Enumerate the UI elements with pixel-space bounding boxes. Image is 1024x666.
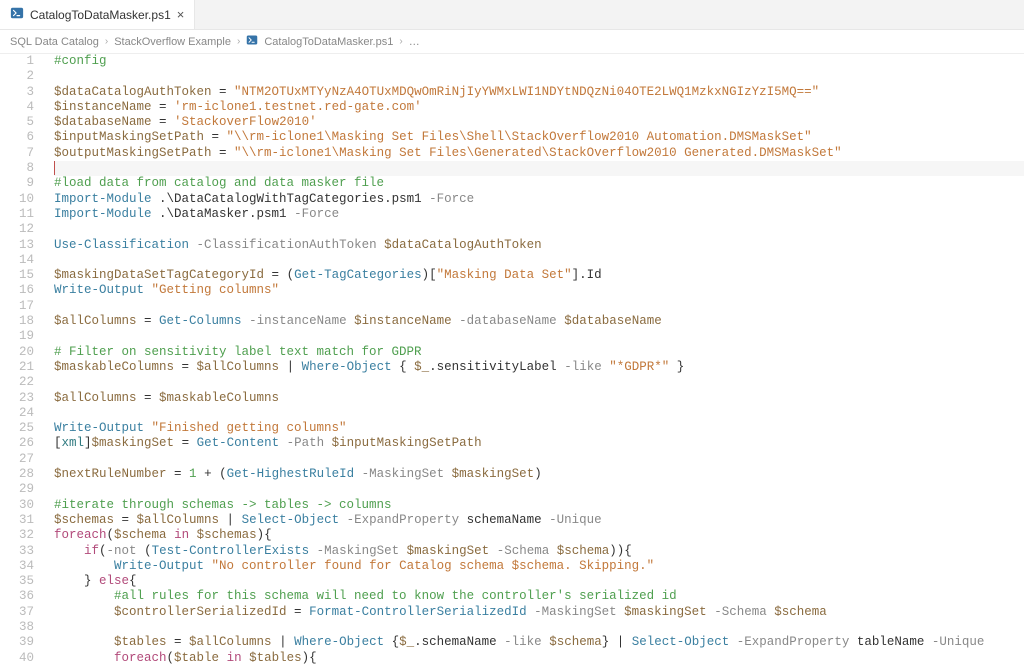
code-line[interactable]: #iterate through schemas -> tables -> co… xyxy=(54,498,1024,513)
code-line[interactable]: #load data from catalog and data masker … xyxy=(54,176,1024,191)
tab-active[interactable]: CatalogToDataMasker.ps1 × xyxy=(0,0,195,29)
code-line[interactable]: $tables = $allColumns | Where-Object {$_… xyxy=(54,635,1024,650)
code-line[interactable]: $instanceName = 'rm-iclone1.testnet.red-… xyxy=(54,100,1024,115)
code-line[interactable] xyxy=(54,253,1024,268)
breadcrumb-item[interactable]: SQL Data Catalog xyxy=(10,36,99,48)
code-area[interactable]: #config $dataCatalogAuthToken = "NTM2OTU… xyxy=(48,54,1024,666)
breadcrumb-item[interactable]: StackOverflow Example xyxy=(114,36,231,48)
code-line[interactable] xyxy=(54,620,1024,635)
code-line[interactable]: $maskableColumns = $allColumns | Where-O… xyxy=(54,360,1024,375)
code-line[interactable]: $databaseName = 'StackoverFlow2010' xyxy=(54,115,1024,130)
code-line[interactable]: [xml]$maskingSet = Get-Content -Path $in… xyxy=(54,436,1024,451)
code-line[interactable]: foreach($table in $tables){ xyxy=(54,651,1024,666)
code-line[interactable]: $controllerSerializedId = Format-Control… xyxy=(54,605,1024,620)
code-line[interactable]: $nextRuleNumber = 1 + (Get-HighestRuleId… xyxy=(54,467,1024,482)
tab-close-icon[interactable]: × xyxy=(177,7,185,22)
code-line[interactable]: Use-Classification -ClassificationAuthTo… xyxy=(54,238,1024,253)
code-line[interactable]: if(-not (Test-ControllerExists -MaskingS… xyxy=(54,544,1024,559)
code-line[interactable] xyxy=(54,161,1024,176)
code-line[interactable] xyxy=(54,375,1024,390)
code-line[interactable] xyxy=(54,299,1024,314)
code-line[interactable] xyxy=(54,329,1024,344)
line-number-gutter: 1234567891011121314151617181920212223242… xyxy=(0,54,48,666)
code-line[interactable] xyxy=(54,406,1024,421)
chevron-right-icon: › xyxy=(105,36,108,47)
tab-title: CatalogToDataMasker.ps1 xyxy=(30,8,171,22)
chevron-right-icon: › xyxy=(237,36,240,47)
code-editor[interactable]: 1234567891011121314151617181920212223242… xyxy=(0,54,1024,666)
breadcrumb: SQL Data Catalog › StackOverflow Example… xyxy=(0,30,1024,54)
breadcrumb-item[interactable]: CatalogToDataMasker.ps1 xyxy=(264,36,393,48)
chevron-right-icon: › xyxy=(399,36,402,47)
code-line[interactable]: Write-Output "Getting columns" xyxy=(54,283,1024,298)
code-line[interactable] xyxy=(54,482,1024,497)
powershell-icon xyxy=(10,6,24,23)
code-line[interactable]: # Filter on sensitivity label text match… xyxy=(54,345,1024,360)
breadcrumb-item[interactable]: … xyxy=(409,36,420,48)
code-line[interactable] xyxy=(54,222,1024,237)
code-line[interactable]: Write-Output "No controller found for Ca… xyxy=(54,559,1024,574)
code-line[interactable]: $schemas = $allColumns | Select-Object -… xyxy=(54,513,1024,528)
powershell-icon xyxy=(246,34,258,49)
code-line[interactable]: #config xyxy=(54,54,1024,69)
code-line[interactable] xyxy=(54,69,1024,84)
code-line[interactable]: $allColumns = Get-Columns -instanceName … xyxy=(54,314,1024,329)
code-line[interactable] xyxy=(54,452,1024,467)
code-line[interactable]: #all rules for this schema will need to … xyxy=(54,589,1024,604)
code-line[interactable]: $allColumns = $maskableColumns xyxy=(54,391,1024,406)
tab-bar: CatalogToDataMasker.ps1 × xyxy=(0,0,1024,30)
code-line[interactable]: Write-Output "Finished getting columns" xyxy=(54,421,1024,436)
code-line[interactable]: $maskingDataSetTagCategoryId = (Get-TagC… xyxy=(54,268,1024,283)
code-line[interactable]: foreach($schema in $schemas){ xyxy=(54,528,1024,543)
code-line[interactable]: Import-Module .\DataCatalogWithTagCatego… xyxy=(54,192,1024,207)
code-line[interactable]: $outputMaskingSetPath = "\\rm-iclone1\Ma… xyxy=(54,146,1024,161)
code-line[interactable]: $inputMaskingSetPath = "\\rm-iclone1\Mas… xyxy=(54,130,1024,145)
code-line[interactable]: } else{ xyxy=(54,574,1024,589)
code-line[interactable]: Import-Module .\DataMasker.psm1 -Force xyxy=(54,207,1024,222)
code-line[interactable]: $dataCatalogAuthToken = "NTM2OTUxMTYyNzA… xyxy=(54,85,1024,100)
